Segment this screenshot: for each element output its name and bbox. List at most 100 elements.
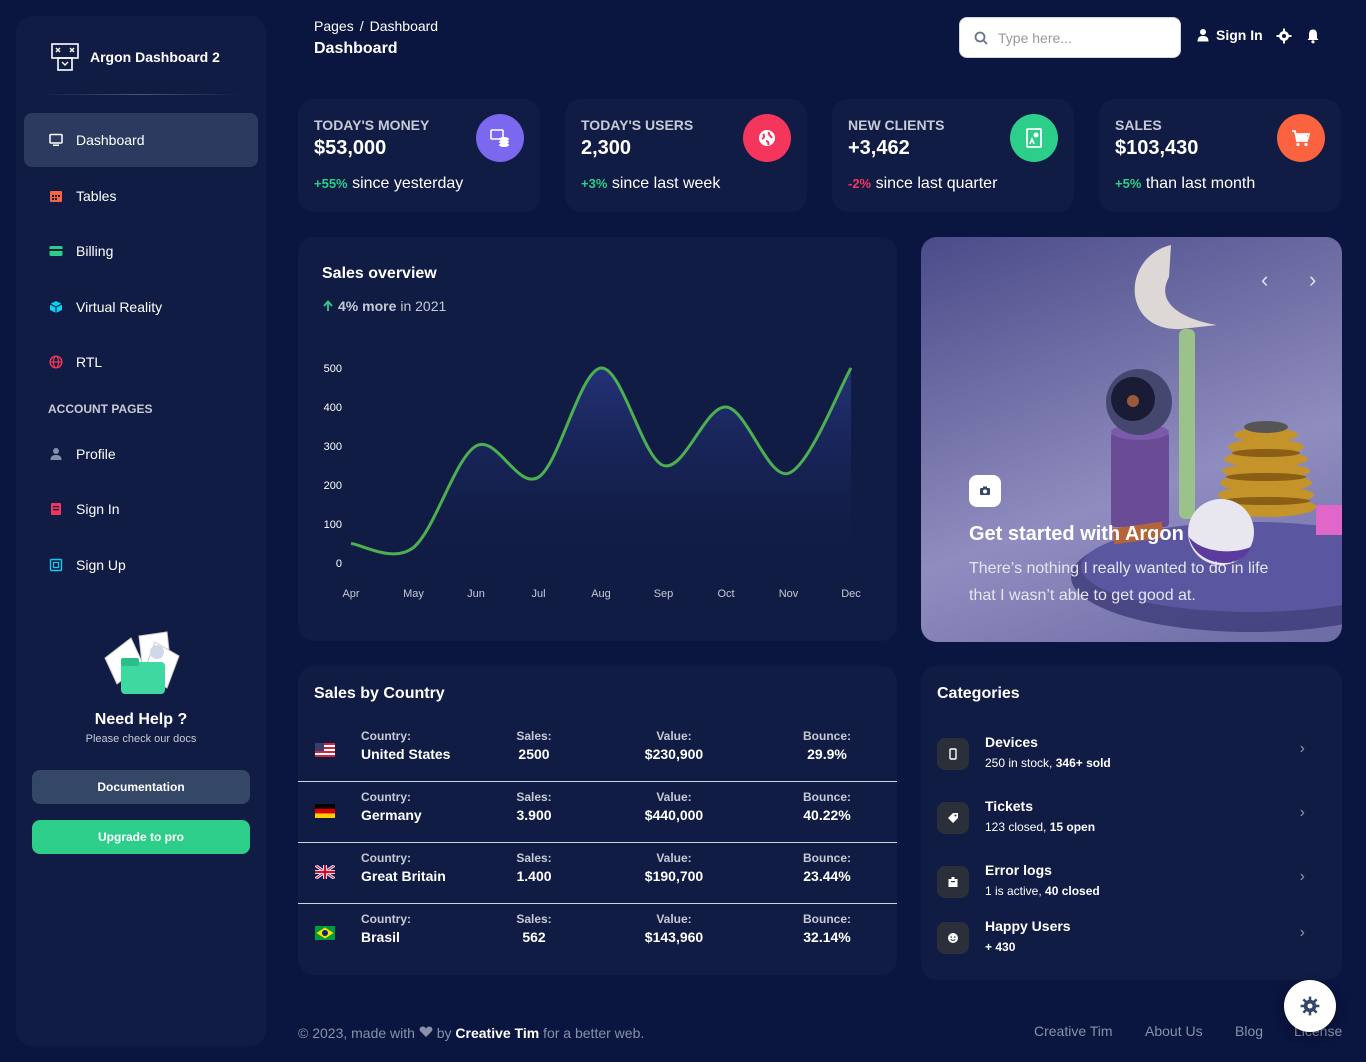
search-input[interactable] — [998, 29, 1158, 46]
category-item-devices[interactable]: Devices 250 in stock, 346+ sold › — [937, 734, 1327, 784]
sales-cell: Sales: 3.900 — [516, 790, 551, 823]
table-row: Country: Germany Sales: 3.900 Value: $440,0… — [298, 782, 897, 843]
table-row: Country: United States Sales: 2500 Value: $… — [298, 721, 897, 782]
promo-carousel[interactable]: ‹ › Get started with Argon There’s nothi… — [921, 237, 1342, 642]
category-desc-bold: 346+ sold — [1055, 756, 1111, 770]
category-name: Error logs — [985, 862, 1052, 878]
value-header: Value: — [656, 790, 692, 804]
footer-copyright: © 2023, made with by Creative Tim for a … — [298, 1025, 644, 1041]
carousel-next-button[interactable]: › — [1309, 267, 1316, 293]
country-cell: Country: United States — [361, 729, 450, 762]
chevron-right-icon[interactable]: › — [1300, 924, 1305, 942]
search-box[interactable] — [959, 17, 1181, 58]
table-row: Country: Great Britain Sales: 1.400 Value:… — [298, 843, 897, 904]
footer-by: by — [432, 1025, 456, 1041]
bounce-header: Bounce: — [803, 790, 851, 804]
upgrade-to-pro-button[interactable]: Upgrade to pro — [32, 820, 250, 854]
sidebar-item-virtual-reality[interactable]: Virtual Reality — [24, 280, 258, 334]
country-cell: Country: Great Britain — [361, 851, 446, 884]
category-item-tickets[interactable]: Tickets 123 closed, 15 open › — [937, 798, 1327, 848]
country-header: Country: — [361, 851, 411, 865]
page-title: Dashboard — [314, 40, 398, 57]
value-cell: Value: $190,700 — [645, 851, 703, 884]
category-desc-text: 123 closed, — [985, 820, 1050, 834]
sales-cell: Sales: 2500 — [516, 729, 551, 762]
bounce-value: 32.14% — [803, 929, 851, 945]
footer-author-link[interactable]: Creative Tim — [455, 1025, 539, 1041]
sidebar-item-sign-in[interactable]: Sign In — [24, 482, 258, 536]
user-icon — [48, 446, 64, 462]
gear-icon[interactable] — [1276, 28, 1292, 44]
tag-icon — [937, 802, 969, 834]
stat-card-clients: New Clients +3,462 -2% since last quarte… — [832, 99, 1074, 212]
x-tick-label: Sep — [654, 588, 674, 600]
us-flag-icon — [315, 743, 335, 757]
category-desc: 1 is active, 40 closed — [985, 884, 1100, 898]
chevron-right-icon[interactable]: › — [1300, 868, 1305, 886]
category-name: Tickets — [985, 798, 1033, 814]
sidebar-item-rtl[interactable]: RTL — [24, 335, 258, 389]
category-name: Devices — [985, 734, 1038, 750]
country-header: Country: — [361, 790, 411, 804]
sidebar-item-profile[interactable]: Profile — [24, 427, 258, 481]
y-tick-label: 100 — [324, 519, 342, 531]
stat-footer: +5% than last month — [1115, 175, 1255, 193]
sales-cell: Sales: 1.400 — [516, 851, 551, 884]
account-pages-heading: ACCOUNT PAGES — [48, 401, 153, 416]
chevron-right-icon[interactable]: › — [1300, 740, 1305, 758]
category-item-error-logs[interactable]: Error logs 1 is active, 40 closed › — [937, 862, 1327, 912]
breadcrumb: Pages / Dashboard — [314, 18, 438, 34]
sales-by-country-card: Sales by Country Country: United States S… — [298, 666, 897, 975]
search-icon — [974, 31, 988, 45]
bounce-header: Bounce: — [803, 851, 851, 865]
category-item-happy-users[interactable]: Happy Users + 430 › — [937, 918, 1327, 968]
carousel-prev-button[interactable]: ‹ — [1261, 267, 1268, 293]
sign-in-link[interactable]: Sign In — [1196, 27, 1263, 43]
gb-flag-icon — [315, 865, 335, 879]
sign-in-label: Sign In — [1216, 27, 1263, 43]
bounce-header: Bounce: — [803, 729, 851, 743]
categories-card: Categories Devices 250 in stock, 346+ so… — [921, 666, 1342, 980]
sidebar-item-billing[interactable]: Billing — [24, 224, 258, 278]
value-header: Value: — [656, 912, 692, 926]
carousel-text: There’s nothing I really wanted to do in… — [969, 560, 1269, 604]
sales-header: Sales: — [516, 790, 552, 804]
sales-cell: Sales: 562 — [516, 912, 551, 945]
country-name: Germany — [361, 807, 422, 823]
value-amount: $143,960 — [644, 929, 704, 945]
stat-card-users: Today's Users 2,300 +3% since last week — [565, 99, 807, 212]
collection-icon — [48, 557, 64, 573]
country-name: Great Britain — [361, 868, 446, 884]
sidebar-item-label: Sign In — [76, 501, 120, 517]
br-flag-icon — [315, 926, 335, 940]
sidebar-item-dashboard[interactable]: Dashboard — [24, 113, 258, 167]
docs-illustration-icon — [104, 631, 180, 694]
sidebar-item-tables[interactable]: Tables — [24, 169, 258, 223]
sidebar: Argon Dashboard 2 Dashboard Tables Billi… — [16, 16, 266, 1046]
sidebar-item-label: Profile — [76, 445, 116, 462]
category-desc-bold: 15 open — [1049, 820, 1096, 834]
help-title: Need Help ? — [94, 711, 188, 728]
value-amount: $440,000 — [644, 807, 704, 823]
money-coins-icon — [476, 114, 524, 162]
stat-footer: +55% since yesterday — [314, 175, 463, 193]
chevron-right-icon[interactable]: › — [1300, 804, 1305, 822]
bounce-cell: Bounce: 29.9% — [803, 729, 851, 762]
breadcrumb-root[interactable]: Pages — [314, 18, 354, 34]
footer-link-creative-tim[interactable]: Creative Tim — [1034, 1023, 1113, 1039]
bell-icon[interactable] — [1305, 28, 1321, 44]
value-cell: Value: $440,000 — [645, 790, 703, 823]
footer-suffix: for a better web. — [539, 1025, 645, 1041]
footer-link-blog[interactable]: Blog — [1235, 1023, 1263, 1039]
stat-change-text: since last week — [607, 175, 721, 192]
x-tick-label: Jul — [531, 588, 545, 600]
category-desc: + 430 — [985, 940, 1015, 954]
footer-link-about-us[interactable]: About Us — [1145, 1023, 1203, 1039]
tv-icon — [48, 132, 64, 148]
documentation-button[interactable]: Documentation — [32, 770, 250, 804]
brand-logo-icon — [51, 43, 79, 71]
settings-fab-button[interactable] — [1284, 980, 1336, 1032]
sales-value: 3.900 — [516, 807, 552, 823]
brand[interactable]: Argon Dashboard 2 — [50, 42, 220, 72]
sidebar-item-sign-up[interactable]: Sign Up — [24, 538, 258, 592]
